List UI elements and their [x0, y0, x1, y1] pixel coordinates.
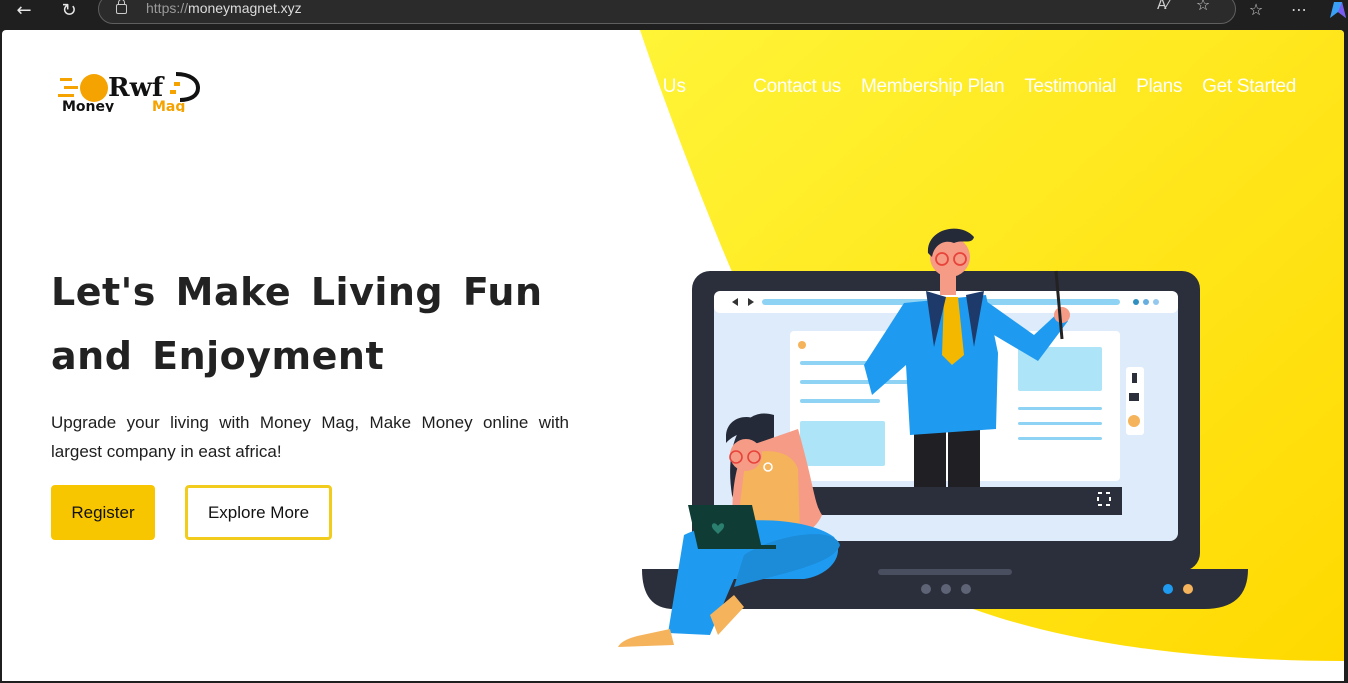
copilot-icon[interactable]	[1328, 0, 1348, 20]
logo-wordmark-mag: Mag	[152, 99, 185, 112]
address-bar[interactable]: https://moneymagnet.xyz A⁄ ☆	[98, 0, 1236, 24]
hero-subtitle: Upgrade your living with Money Mag, Make…	[51, 413, 569, 461]
lock-icon	[116, 0, 127, 14]
hero-title: Let's Make Living Fun and Enjoyment	[51, 260, 571, 388]
explore-more-button[interactable]: Explore More	[185, 485, 332, 540]
register-button[interactable]: Register	[51, 485, 155, 540]
nav-plans[interactable]: Plans	[1136, 76, 1182, 98]
hero-title-line2: and Enjoyment	[51, 334, 385, 378]
main-nav: Contact us Membership Plan Testimonial P…	[753, 76, 1296, 98]
url-scheme: https://	[146, 0, 189, 16]
favorites-list-icon[interactable]: ☆	[1244, 0, 1268, 21]
more-menu-icon[interactable]: ⋯	[1287, 0, 1311, 21]
nav-testimonial[interactable]: Testimonial	[1024, 76, 1116, 98]
refresh-icon[interactable]: ↻	[55, 0, 83, 22]
url-text[interactable]: https://moneymagnet.xyz	[146, 0, 302, 16]
nav-get-started[interactable]: Get Started	[1202, 76, 1296, 98]
browser-toolbar: ← ↻ https://moneymagnet.xyz A⁄ ☆ ☆ ⋯	[0, 0, 1348, 30]
hero-title-line1: Let's Make Living Fun	[51, 270, 543, 314]
nav-item-partial[interactable]: Us	[656, 76, 696, 106]
nav-membership-plan[interactable]: Membership Plan	[861, 76, 1005, 98]
logo-wordmark-money: Money	[62, 99, 114, 112]
speed-lines-icon	[58, 74, 108, 102]
read-aloud-icon[interactable]: A⁄	[1151, 0, 1175, 16]
favorite-star-icon[interactable]: ☆	[1191, 0, 1215, 16]
hero-illustration	[618, 228, 1248, 647]
site-logo[interactable]: Rwf Money Mag	[58, 66, 218, 115]
back-arrow-icon[interactable]: ←	[10, 0, 38, 22]
web-page: Rwf Money Mag Us Contact us Membership P…	[2, 30, 1344, 681]
url-host: moneymagnet.xyz	[188, 0, 302, 16]
nav-contact-us[interactable]: Contact us	[753, 76, 841, 98]
